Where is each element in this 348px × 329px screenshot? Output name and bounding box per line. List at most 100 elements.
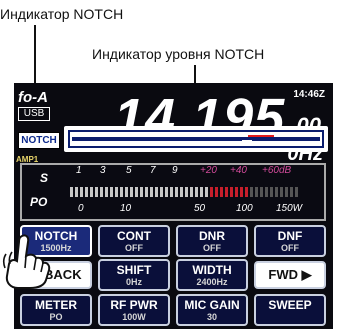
button-value: 0Hz [125, 277, 142, 287]
meter-segment [100, 187, 103, 197]
meter-segment [145, 187, 148, 197]
button-value: PO [49, 312, 63, 322]
meter-panel: S PO 1 3 5 7 9 +20 +40 +60dB 0 10 50 100… [20, 163, 326, 221]
vfo-label: fo-A [18, 89, 48, 106]
meter-segment [275, 187, 278, 197]
s-tick: 5 [126, 165, 132, 176]
button-label: CONT [117, 229, 151, 243]
button-value: 2400Hz [196, 277, 228, 287]
meter-segment [185, 187, 188, 197]
rf-pwr-button[interactable]: RF PWR 100W [98, 294, 170, 326]
meter-segment [160, 187, 163, 197]
button-label: METER [35, 298, 77, 312]
meter-segment [220, 187, 223, 197]
meter-segment [180, 187, 183, 197]
mode-badge: USB [18, 107, 50, 121]
meter-segment [170, 187, 173, 197]
notch-indicator: NOTCH [18, 132, 60, 149]
meter-segment [190, 187, 193, 197]
meter-segment [130, 187, 133, 197]
fwd-arrow-icon: ▶ [301, 267, 312, 282]
s-tick: +60dB [262, 165, 292, 176]
button-value: OFF [281, 243, 299, 253]
button-label: RF PWR [110, 298, 158, 312]
meter-button[interactable]: METER PO [20, 294, 92, 326]
button-label: SHIFT [116, 263, 152, 277]
meter-segment [115, 187, 118, 197]
s-tick: 3 [100, 165, 106, 176]
shift-button[interactable]: SHIFT 0Hz [98, 259, 170, 291]
meter-segment [235, 187, 238, 197]
notch-level-frame [68, 130, 324, 148]
meter-segment [225, 187, 228, 197]
meter-segment [285, 187, 288, 197]
meter-segment [110, 187, 113, 197]
meter-segment [135, 187, 138, 197]
meter-segment [80, 187, 83, 197]
meter-segment [70, 187, 73, 197]
fwd-label: FWD [268, 267, 298, 282]
s-tick: 1 [76, 165, 82, 176]
meter-segment [95, 187, 98, 197]
radio-display: fo-A USB 14:46Z 14.195 00 0Hz NOTCH AMP1… [14, 83, 333, 329]
meter-segment [260, 187, 263, 197]
notch-indicator-callout: Индикатор NOTCH [0, 6, 124, 22]
meter-segment [290, 187, 293, 197]
dnr-button[interactable]: DNR OFF [176, 225, 248, 257]
s-tick: 7 [150, 165, 156, 176]
s-tick: +40 [230, 165, 247, 176]
button-label: DNR [199, 229, 225, 243]
button-value: OFF [125, 243, 143, 253]
meter-segment [240, 187, 243, 197]
meter-segment [280, 187, 283, 197]
notch-level-marker [248, 135, 274, 137]
button-value: 30 [206, 312, 217, 322]
meter-segment [105, 187, 108, 197]
meter-segment [150, 187, 153, 197]
s-meter-label: S [40, 171, 49, 185]
meter-segment [195, 187, 198, 197]
button-value: OFF [203, 243, 221, 253]
meter-segment [205, 187, 208, 197]
notch-level-indicator [64, 126, 328, 152]
pointing-hand-icon [2, 234, 51, 289]
meter-segment [85, 187, 88, 197]
po-tick: 150W [276, 203, 303, 214]
notch-level-track [72, 137, 320, 141]
s-tick: +20 [200, 165, 217, 176]
meter-segment [175, 187, 178, 197]
notch-center-marker [242, 140, 252, 142]
meter-segment [200, 187, 203, 197]
meter-segment [295, 187, 298, 197]
cont-button[interactable]: CONT OFF [98, 225, 170, 257]
meter-segment [270, 187, 273, 197]
po-tick: 100 [236, 203, 253, 214]
button-value: 100W [122, 312, 146, 322]
dnf-button[interactable]: DNF OFF [254, 225, 326, 257]
meter-segment [230, 187, 233, 197]
meter-segment [125, 187, 128, 197]
button-label: WIDTH [192, 263, 232, 277]
s-tick: 9 [172, 165, 178, 176]
meter-segment [120, 187, 123, 197]
meter-segment [215, 187, 218, 197]
clock: 14:46Z [293, 89, 325, 100]
button-label: DNF [277, 229, 303, 243]
meter-segment [155, 187, 158, 197]
button-label: SWEEP [268, 298, 312, 312]
fwd-button[interactable]: FWD ▶ [254, 261, 326, 289]
meter-segment [265, 187, 268, 197]
meter-segment [255, 187, 258, 197]
po-tick: 0 [78, 203, 84, 214]
width-button[interactable]: WIDTH 2400Hz [176, 259, 248, 291]
mic-gain-button[interactable]: MIC GAIN 30 [176, 294, 248, 326]
button-label: MIC GAIN [184, 298, 240, 312]
po-tick: 50 [194, 203, 206, 214]
meter-segment [250, 187, 253, 197]
meter-bar [70, 187, 300, 197]
meter-segment [245, 187, 248, 197]
meter-segment [165, 187, 168, 197]
meter-segment [90, 187, 93, 197]
sweep-button[interactable]: SWEEP [254, 294, 326, 326]
po-tick: 10 [120, 203, 132, 214]
